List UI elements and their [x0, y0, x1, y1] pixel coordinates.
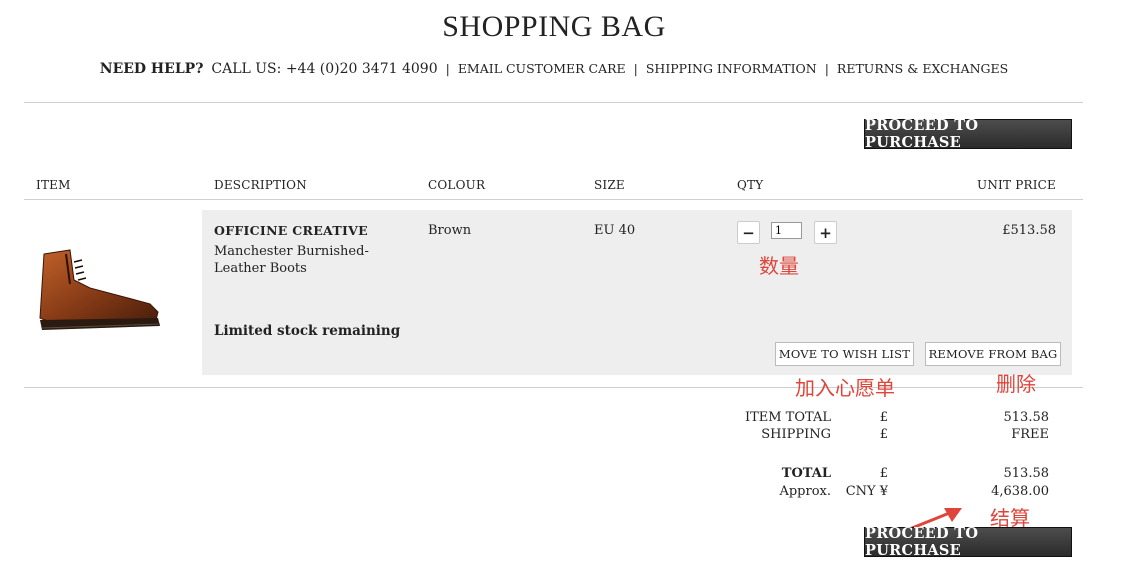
product-brand[interactable]: OFFICINE CREATIVE — [214, 223, 368, 238]
divider — [24, 199, 1083, 200]
separator: | — [633, 61, 638, 76]
product-colour: Brown — [428, 223, 472, 238]
approx-label: Approx. — [779, 484, 831, 499]
approx-value: 4,638.00 — [991, 484, 1049, 499]
total-value: 513.58 — [1003, 466, 1050, 481]
shipping-information-link[interactable]: SHIPPING INFORMATION — [646, 61, 817, 76]
annotation-quantity: 数量 — [759, 254, 799, 278]
email-customer-care-link[interactable]: EMAIL CUSTOMER CARE — [458, 61, 626, 76]
unit-price: £513.58 — [1002, 223, 1056, 238]
help-bar: NEED HELP? CALL US: +44 (0)20 3471 4090 … — [0, 61, 1108, 77]
product-image-boot[interactable] — [30, 240, 170, 340]
annotation-wishlist: 加入心愿单 — [795, 376, 895, 400]
column-header-qty: QTY — [737, 178, 764, 192]
item-total-value: 513.58 — [1003, 410, 1050, 425]
remove-from-bag-button[interactable]: REMOVE FROM BAG — [925, 342, 1061, 366]
column-header-unit-price: UNIT PRICE — [977, 178, 1056, 192]
product-name[interactable]: Manchester Burnished-Leather Boots — [214, 243, 414, 277]
qty-decrease-button[interactable]: − — [737, 221, 760, 244]
item-total-label: ITEM TOTAL — [744, 410, 831, 425]
column-header-colour: COLOUR — [428, 178, 486, 192]
column-header-size: SIZE — [594, 178, 625, 192]
shipping-currency: £ — [879, 427, 888, 442]
stock-note: Limited stock remaining — [214, 323, 401, 339]
item-total-currency: £ — [879, 410, 888, 425]
total-label: TOTAL — [781, 466, 831, 481]
product-size: EU 40 — [594, 223, 636, 238]
separator: | — [445, 61, 450, 76]
proceed-to-purchase-button-top[interactable]: PROCEED TO PURCHASE — [864, 117, 1072, 151]
proceed-to-purchase-button-bottom[interactable]: PROCEED TO PURCHASE — [864, 525, 1072, 559]
separator: | — [824, 61, 829, 76]
call-us-phone[interactable]: CALL US: +44 (0)20 3471 4090 — [211, 61, 437, 77]
move-to-wishlist-button[interactable]: MOVE TO WISH LIST — [775, 342, 914, 366]
annotation-delete: 删除 — [996, 372, 1036, 396]
divider — [24, 387, 1083, 388]
divider — [24, 102, 1083, 103]
approx-currency: CNY ¥ — [845, 484, 888, 499]
shipping-value: FREE — [1011, 427, 1049, 442]
page-title: SHOPPING BAG — [442, 10, 666, 43]
column-header-description: DESCRIPTION — [214, 178, 307, 192]
need-help-label: NEED HELP? — [99, 61, 204, 77]
total-currency: £ — [879, 466, 888, 481]
qty-increase-button[interactable]: + — [814, 221, 837, 244]
returns-exchanges-link[interactable]: RETURNS & EXCHANGES — [837, 61, 1008, 76]
qty-input[interactable] — [771, 222, 802, 239]
shipping-label: SHIPPING — [761, 427, 831, 442]
column-header-item: ITEM — [36, 178, 71, 192]
